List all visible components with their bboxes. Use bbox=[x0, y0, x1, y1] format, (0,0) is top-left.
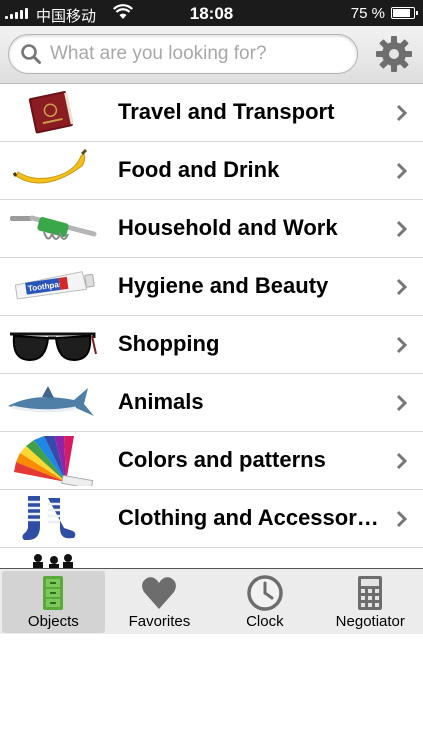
sunglasses-icon bbox=[10, 332, 97, 362]
chevron-right-icon bbox=[396, 336, 408, 354]
search-bar[interactable] bbox=[8, 34, 358, 74]
category-row-travel[interactable]: Travel and Transport bbox=[0, 84, 423, 142]
category-row-colors[interactable]: Colors and patterns bbox=[0, 432, 423, 490]
chevron-right-icon bbox=[396, 452, 408, 470]
category-label: Household and Work bbox=[118, 215, 338, 240]
category-label: Animals bbox=[118, 389, 204, 414]
tab-label: Clock bbox=[246, 613, 284, 630]
category-label: Clothing and Accessories bbox=[118, 505, 380, 530]
search-input[interactable] bbox=[50, 43, 340, 65]
people-icon bbox=[33, 554, 73, 568]
search-icon bbox=[21, 44, 41, 64]
corkscrew-icon bbox=[10, 215, 97, 240]
category-row-clothing[interactable]: Clothing and Accessories bbox=[0, 490, 423, 548]
socks-icon bbox=[22, 496, 76, 540]
category-row-household[interactable]: Household and Work bbox=[0, 200, 423, 258]
passport-icon bbox=[28, 91, 74, 134]
chevron-right-icon bbox=[396, 104, 408, 122]
tab-clock[interactable]: Clock bbox=[212, 569, 317, 635]
tab-objects[interactable]: Objects bbox=[2, 571, 105, 633]
gear-icon[interactable] bbox=[374, 34, 414, 74]
tab-favorites[interactable]: Favorites bbox=[107, 569, 212, 635]
calculator-icon bbox=[358, 576, 383, 610]
tab-label: Favorites bbox=[128, 613, 191, 630]
category-row-animals[interactable]: Animals bbox=[0, 374, 423, 432]
banana-icon bbox=[12, 148, 88, 184]
color-fan-icon bbox=[14, 436, 94, 486]
tab-bar: Objects Favorites Clock Negotiator bbox=[0, 568, 423, 634]
battery-percent: 75 % bbox=[350, 5, 385, 22]
shark-icon bbox=[8, 386, 94, 416]
clock-icon bbox=[247, 575, 283, 611]
category-label: Shopping bbox=[118, 331, 220, 356]
toothpaste-icon: Toothpaste bbox=[14, 271, 95, 300]
category-row-partial[interactable] bbox=[0, 548, 423, 568]
category-label: Travel and Transport bbox=[118, 99, 335, 124]
heart-icon bbox=[142, 577, 177, 609]
chevron-right-icon bbox=[396, 394, 408, 412]
category-label: Colors and patterns bbox=[118, 447, 326, 472]
category-label: Food and Drink bbox=[118, 157, 280, 182]
category-row-food[interactable]: Food and Drink bbox=[0, 142, 423, 200]
battery-icon bbox=[391, 7, 418, 19]
category-row-shopping[interactable]: Shopping bbox=[0, 316, 423, 374]
category-row-hygiene[interactable]: Toothpaste Hygiene and Beauty bbox=[0, 258, 423, 316]
category-list: Travel and Transport Food and Drink Hous… bbox=[0, 84, 423, 568]
tab-label: Negotiator bbox=[335, 613, 405, 630]
chevron-right-icon bbox=[396, 510, 408, 528]
category-label: Hygiene and Beauty bbox=[118, 273, 329, 298]
chevron-right-icon bbox=[396, 220, 408, 238]
status-bar: 中国移动 18:08 75 % bbox=[0, 0, 423, 26]
tab-negotiator[interactable]: Negotiator bbox=[318, 569, 423, 635]
chevron-right-icon bbox=[396, 162, 408, 180]
objects-icon bbox=[43, 576, 64, 610]
search-header bbox=[0, 26, 423, 84]
chevron-right-icon bbox=[396, 278, 408, 296]
tab-label: Objects bbox=[27, 613, 79, 630]
